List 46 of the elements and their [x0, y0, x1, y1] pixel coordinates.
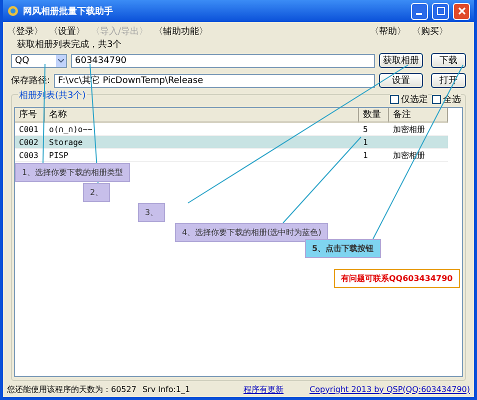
maximize-icon — [436, 7, 444, 15]
menu-item[interactable]: 〈登录〉 — [7, 25, 43, 36]
instruction-callout: 2、 — [83, 183, 110, 202]
update-link[interactable]: 程序有更新 — [244, 384, 284, 394]
table-cell[interactable]: o(∩_∩)o~~ — [45, 123, 359, 136]
table-cell[interactable]: PISP — [45, 149, 359, 162]
instruction-callout: 3、 — [138, 203, 166, 222]
menu-item[interactable]: 〈辅助功能〉 — [154, 25, 208, 36]
close-button[interactable] — [453, 2, 470, 20]
window-title: 网风相册批量下载助手 — [23, 5, 114, 18]
column-header[interactable]: 序号 — [15, 108, 45, 123]
table-cell[interactable] — [389, 136, 448, 149]
column-header[interactable]: 备注 — [389, 108, 448, 123]
settings-button[interactable]: 设置 — [379, 73, 423, 88]
status-message: 获取相册列表完成，共3个 — [16, 38, 123, 50]
instruction-callout: 4、选择你要下载的相册(选中时为蓝色) — [175, 223, 328, 242]
column-header[interactable]: 名称 — [45, 108, 359, 123]
table-cell[interactable]: C001 — [15, 123, 45, 136]
menu-item[interactable]: 〈购买〉 — [412, 25, 448, 36]
table-cell[interactable]: 1 — [359, 149, 389, 162]
table-cell[interactable]: 1 — [359, 136, 389, 149]
account-type-dropdown[interactable]: QQ — [11, 54, 67, 68]
minimize-button[interactable] — [411, 2, 428, 20]
app-icon — [7, 5, 19, 17]
copyright-link[interactable]: Copyright 2013 by QSP(QQ:603434790) — [310, 384, 470, 394]
close-icon — [458, 7, 466, 15]
table-cell[interactable]: Storage — [45, 136, 359, 149]
instruction-callout: 5、点击下载按钮 — [305, 239, 381, 258]
fetch-albums-button[interactable]: 获取相册 — [379, 53, 423, 68]
account-number-field[interactable]: 603434790 — [71, 54, 375, 68]
table-cell[interactable]: 5 — [359, 123, 389, 136]
contact-note: 有问题可联系QQ603434790 — [334, 269, 460, 288]
table-cell[interactable]: 加密相册 — [389, 123, 448, 136]
maximize-button[interactable] — [432, 2, 449, 20]
menu-item[interactable]: 〈帮助〉 — [370, 25, 406, 36]
server-info-text: Srv Info:1_1 — [142, 384, 192, 394]
table-cell[interactable]: C003 — [15, 149, 45, 162]
caret-icon — [56, 54, 66, 66]
column-header[interactable]: 数量 — [359, 108, 389, 123]
days-remaining-text: 您还能使用该程序的天数为：60527 — [7, 384, 136, 394]
menu-item[interactable]: 〈设置〉 — [49, 25, 85, 36]
instruction-callout: 1、选择你要下载的相册类型 — [15, 163, 130, 182]
table-cell[interactable]: C002 — [15, 136, 45, 149]
table-cell[interactable]: 加密相册 — [389, 149, 448, 162]
download-button[interactable]: 下载 — [431, 53, 466, 68]
checkbox[interactable]: 仅选定 — [390, 93, 428, 106]
